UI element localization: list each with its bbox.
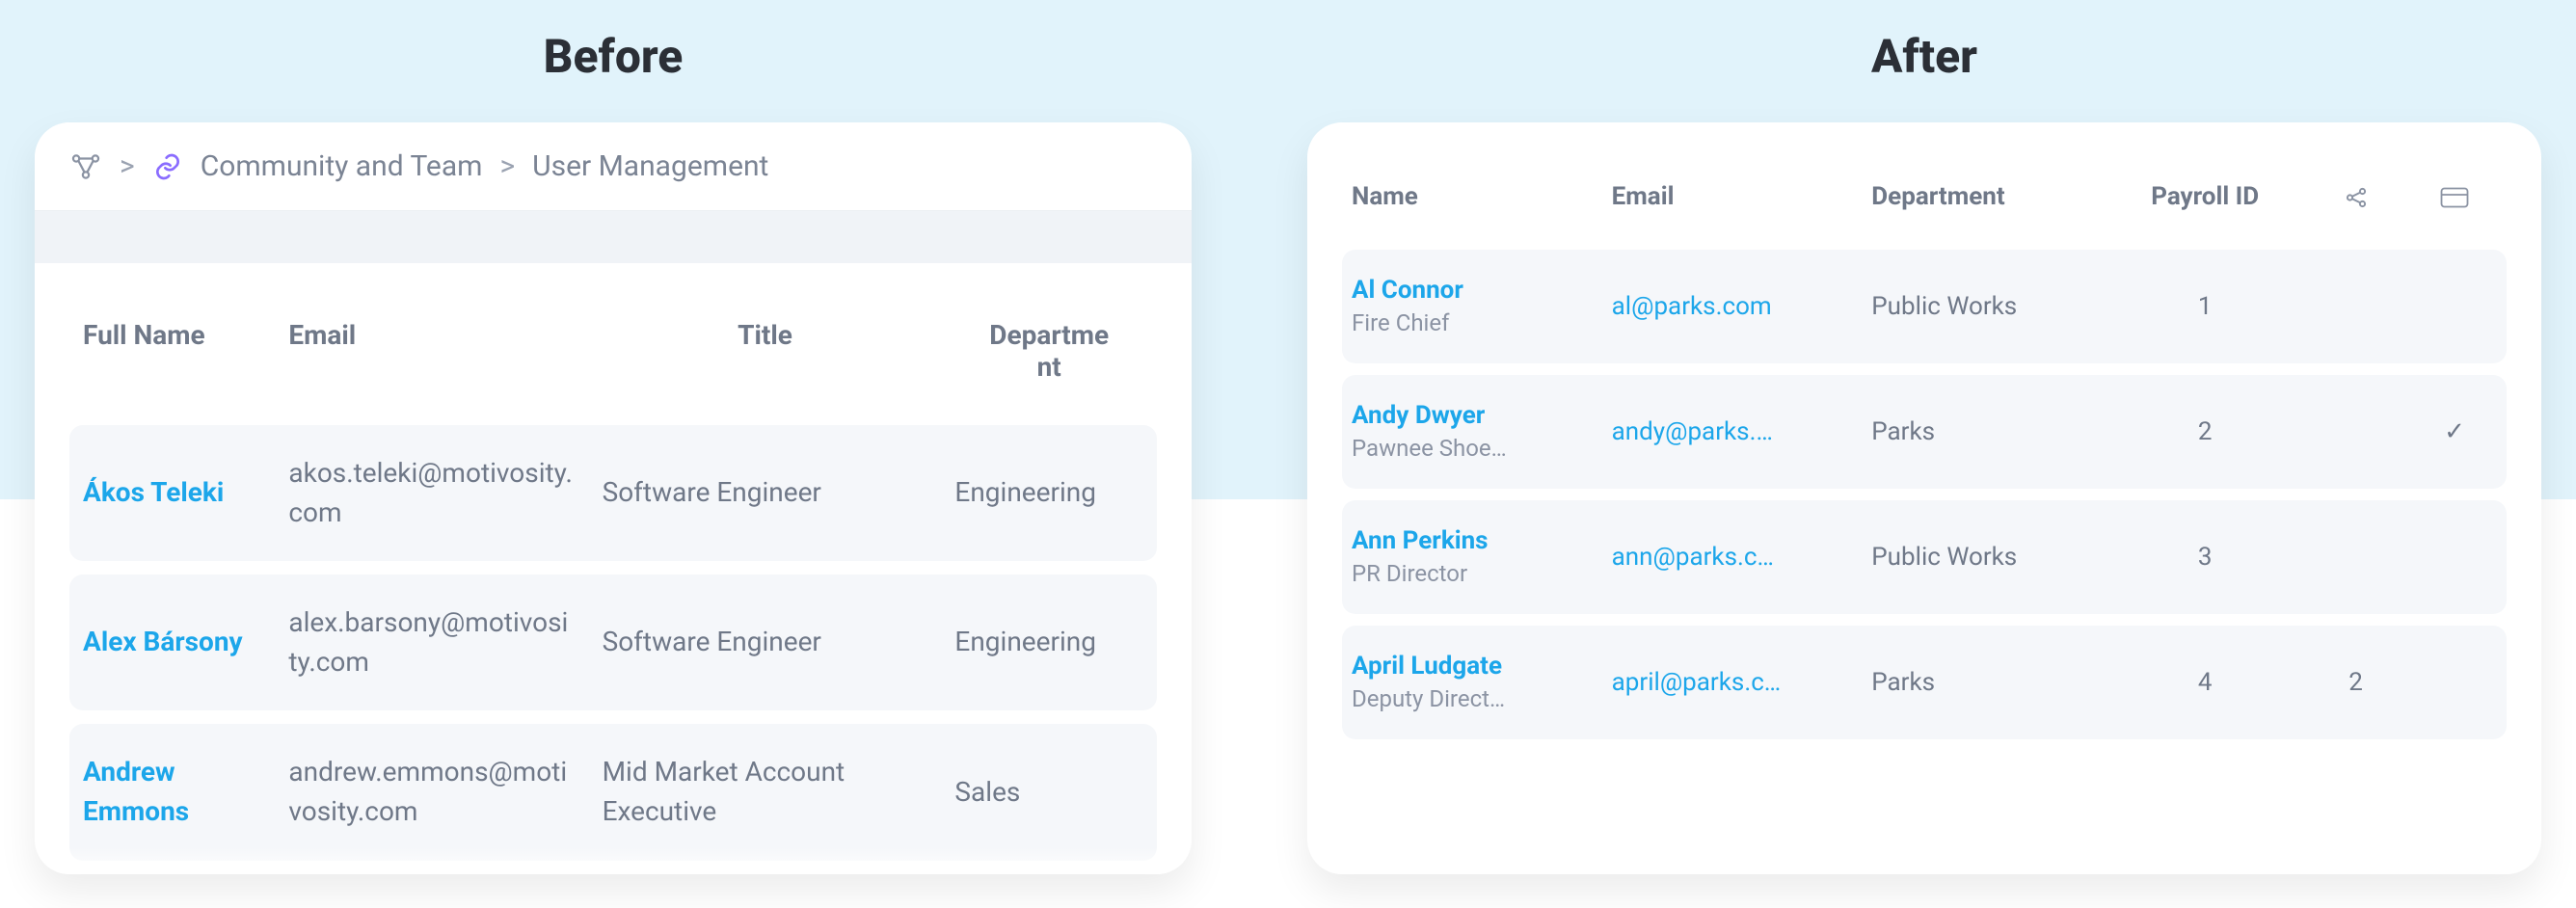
user-share-value <box>2309 250 2402 363</box>
user-name-link[interactable]: Al Connor <box>1352 276 1463 305</box>
table-row[interactable]: Al Connor Fire Chief al@parks.com Public… <box>1342 250 2507 363</box>
after-panel: After Name Email Department Payroll ID <box>1307 29 2541 908</box>
user-card-value <box>2402 250 2507 363</box>
link-icon <box>152 151 183 182</box>
after-heading: After <box>1871 29 1977 84</box>
user-email: andrew.emmons@motivosity.com <box>275 724 588 860</box>
col-name[interactable]: Name <box>1342 153 1602 238</box>
after-card: Name Email Department Payroll ID <box>1307 122 2541 874</box>
breadcrumb-separator: > <box>499 149 515 183</box>
user-email-link[interactable]: april@parks.c… <box>1612 665 1853 700</box>
user-email: alex.barsony@motivosity.com <box>275 574 588 710</box>
table-row[interactable]: Ann Perkins PR Director ann@parks.c… Pub… <box>1342 500 2507 614</box>
user-email-link[interactable]: andy@parks.… <box>1612 414 1853 449</box>
user-payroll-id: 3 <box>2101 500 2309 614</box>
user-email: akos.teleki@motivosity.com <box>275 425 588 561</box>
table-row[interactable]: Alex Bársony alex.barsony@motivosity.com… <box>69 574 1157 710</box>
user-subtitle: Fire Chief <box>1352 307 1593 340</box>
after-table-wrap: Name Email Department Payroll ID <box>1307 122 2541 751</box>
user-department: Public Works <box>1862 250 2101 363</box>
network-icon[interactable] <box>69 150 102 183</box>
user-share-value <box>2309 500 2402 614</box>
before-panel: Before > Community and Team > <box>35 29 1192 908</box>
table-row[interactable]: April Ludgate Deputy Direct… april@parks… <box>1342 626 2507 739</box>
user-payroll-id: 4 <box>2101 626 2309 739</box>
user-name-link[interactable]: April Ludgate <box>1352 652 1502 681</box>
breadcrumb-community-team[interactable]: Community and Team <box>201 149 483 183</box>
user-card-value <box>2402 500 2507 614</box>
user-card-value <box>2402 626 2507 739</box>
user-share-value <box>2309 375 2402 489</box>
table-header-row: Full Name Email Title Departme nt <box>69 277 1157 412</box>
user-name-link[interactable]: Andy Dwyer <box>1352 401 1485 430</box>
user-subtitle: PR Director <box>1352 558 1593 591</box>
user-email-link[interactable]: al@parks.com <box>1612 289 1853 324</box>
share-icon <box>2344 185 2369 210</box>
user-name-link[interactable]: Andrew Emmons <box>83 756 189 827</box>
col-department[interactable]: Departme nt <box>941 277 1157 412</box>
col-full-name[interactable]: Full Name <box>69 277 275 412</box>
breadcrumb: > Community and Team > User Management <box>35 122 1192 211</box>
col-payroll-id[interactable]: Payroll ID <box>2101 153 2309 238</box>
col-department[interactable]: Department <box>1862 153 2101 238</box>
user-subtitle: Deputy Direct… <box>1352 683 1593 716</box>
col-email[interactable]: Email <box>1602 153 1863 238</box>
table-row[interactable]: Ákos Teleki akos.teleki@motivosity.com S… <box>69 425 1157 561</box>
user-title: Mid Market Account Executive <box>589 724 942 860</box>
user-title: Software Engineer <box>589 574 942 710</box>
user-department: Sales <box>941 724 1157 860</box>
table-row[interactable]: Andy Dwyer Pawnee Shoe… andy@parks.… Par… <box>1342 375 2507 489</box>
user-department: Parks <box>1862 626 2101 739</box>
user-name-link[interactable]: Alex Bársony <box>83 626 243 657</box>
user-card-value: ✓ <box>2402 375 2507 489</box>
col-share-icon[interactable] <box>2309 153 2402 238</box>
header-gap <box>35 211 1192 263</box>
user-name-link[interactable]: Ákos Teleki <box>83 476 224 508</box>
user-department: Public Works <box>1862 500 2101 614</box>
before-card: > Community and Team > User Management <box>35 122 1192 874</box>
user-title: Software Engineer <box>589 425 942 561</box>
user-share-value: 2 <box>2309 626 2402 739</box>
before-table-wrap: Full Name Email Title Departme nt Ákos T… <box>35 263 1192 874</box>
user-payroll-id: 2 <box>2101 375 2309 489</box>
user-payroll-id: 1 <box>2101 250 2309 363</box>
after-table: Name Email Department Payroll ID <box>1342 142 2507 751</box>
before-table: Full Name Email Title Departme nt Ákos T… <box>69 263 1157 874</box>
col-email[interactable]: Email <box>275 277 588 412</box>
user-department: Engineering <box>941 574 1157 710</box>
col-card-icon[interactable] <box>2402 153 2507 238</box>
table-header-row: Name Email Department Payroll ID <box>1342 153 2507 238</box>
user-name-link[interactable]: Ann Perkins <box>1352 526 1489 555</box>
user-department: Engineering <box>941 425 1157 561</box>
table-row[interactable]: Andrew Emmons andrew.emmons@motivosity.c… <box>69 724 1157 860</box>
before-heading: Before <box>544 29 684 84</box>
user-department: Parks <box>1862 375 2101 489</box>
breadcrumb-separator: > <box>120 149 135 183</box>
user-subtitle: Pawnee Shoe… <box>1352 433 1593 466</box>
card-icon <box>2440 187 2469 208</box>
user-email-link[interactable]: ann@parks.c… <box>1612 540 1853 574</box>
breadcrumb-current: User Management <box>532 149 768 183</box>
col-title[interactable]: Title <box>589 277 942 412</box>
